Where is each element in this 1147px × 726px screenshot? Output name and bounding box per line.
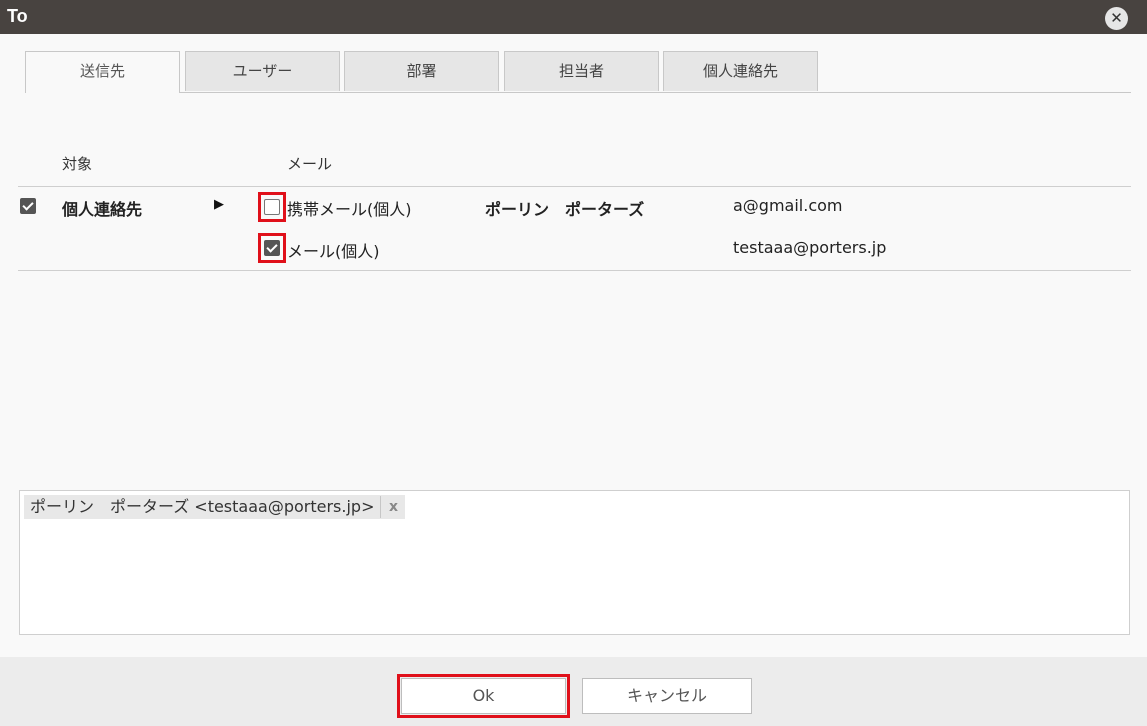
triangle-right-icon[interactable]: ▶ bbox=[214, 197, 224, 212]
close-icon[interactable]: ✕ bbox=[1105, 7, 1128, 30]
mail-checkbox[interactable] bbox=[264, 240, 280, 256]
mail-label: メール(個人) bbox=[287, 242, 380, 261]
tab-recipients[interactable]: 送信先 bbox=[25, 51, 180, 93]
remove-recipient-icon[interactable]: x bbox=[381, 499, 405, 515]
mobile-mail-checkbox[interactable] bbox=[264, 199, 280, 215]
column-header-target: 対象 bbox=[62, 155, 93, 173]
tab-persons-in-charge[interactable]: 担当者 bbox=[504, 51, 659, 91]
ok-button[interactable]: Ok bbox=[401, 678, 566, 714]
mobile-email-address: a@gmail.com bbox=[733, 196, 843, 215]
header-divider bbox=[18, 186, 1131, 187]
cancel-button[interactable]: キャンセル bbox=[582, 678, 752, 714]
tab-users[interactable]: ユーザー bbox=[185, 51, 340, 91]
recipients-field[interactable]: ポーリン ポーターズ <testaaa@porters.jp> x bbox=[19, 490, 1130, 635]
tab-bar: 送信先 ユーザー 部署 担当者 個人連絡先 bbox=[25, 51, 1131, 93]
recipient-chip: ポーリン ポーターズ <testaaa@porters.jp> x bbox=[24, 495, 406, 519]
dialog-footer: Ok キャンセル bbox=[0, 657, 1147, 726]
row-select-checkbox[interactable] bbox=[20, 198, 36, 214]
row-target-label: 個人連絡先 bbox=[62, 200, 143, 219]
dialog-titlebar: To ✕ bbox=[0, 0, 1147, 34]
contact-name: ポーリン ポーターズ bbox=[485, 200, 645, 219]
dialog-title: To bbox=[7, 6, 28, 26]
recipient-chip-label: ポーリン ポーターズ <testaaa@porters.jp> bbox=[24, 496, 382, 518]
column-header-mail: メール bbox=[287, 155, 333, 173]
row-divider bbox=[18, 270, 1131, 271]
tab-personal-contacts[interactable]: 個人連絡先 bbox=[663, 51, 818, 91]
tab-departments[interactable]: 部署 bbox=[344, 51, 499, 91]
mail-email-address: testaaa@porters.jp bbox=[733, 238, 887, 257]
mobile-mail-label: 携帯メール(個人) bbox=[287, 200, 412, 219]
